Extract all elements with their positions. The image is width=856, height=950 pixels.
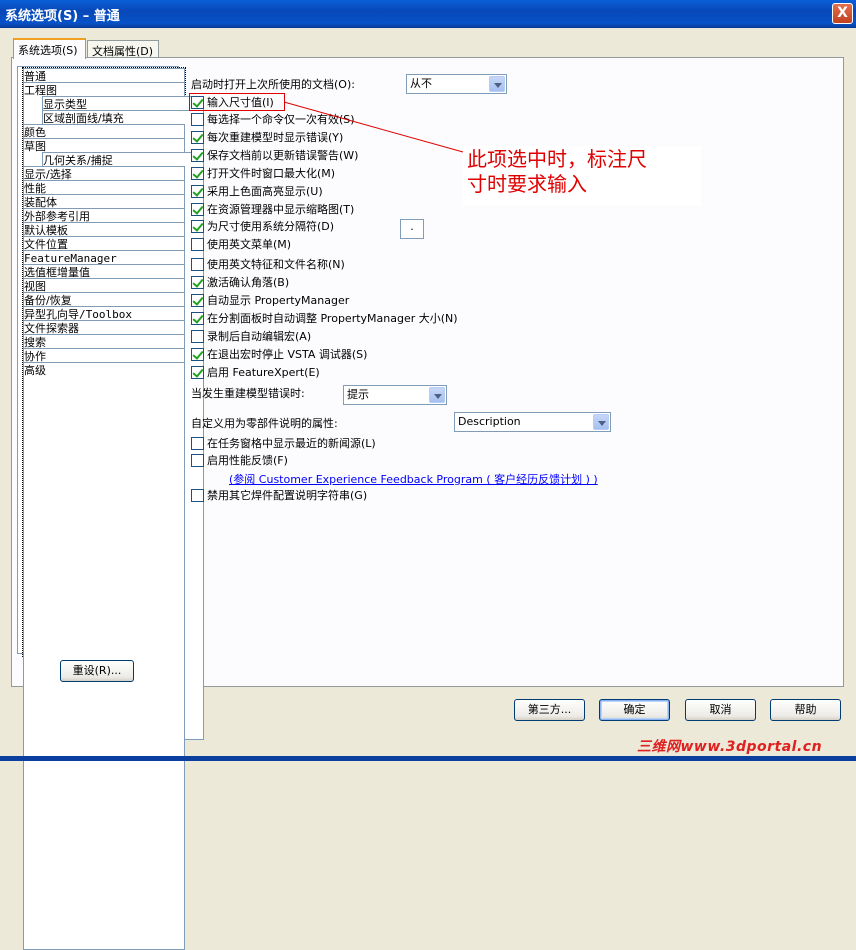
checkbox-label: 使用英文特征和文件名称(N) — [207, 258, 345, 271]
ok-button[interactable]: 确定 — [599, 699, 670, 721]
checkbox-label: 自动显示 PropertyManager — [207, 294, 350, 307]
open-last-doc-label: 启动时打开上次所使用的文档(O): — [191, 78, 355, 91]
checkbox-item[interactable]: 启用 FeatureXpert(E) — [191, 366, 320, 379]
separator-field[interactable]: . — [400, 219, 424, 239]
checkbox-disable-weldment-desc[interactable]: 禁用其它焊件配置说明字符串(G) — [191, 489, 367, 502]
checkbox-box[interactable] — [191, 454, 204, 467]
tree-item[interactable]: 高级 — [23, 362, 185, 950]
checkbox-item[interactable]: 为尺寸使用系统分隔符(D) — [191, 220, 334, 233]
third-party-button[interactable]: 第三方... — [514, 699, 585, 721]
chevron-down-icon[interactable] — [489, 76, 505, 92]
checkbox-item[interactable]: 在分割面板时自动调整 PropertyManager 大小(N) — [191, 312, 458, 325]
part-desc-select[interactable]: Description — [454, 412, 611, 432]
checkbox-box[interactable] — [191, 258, 204, 271]
checkbox-item[interactable]: 录制后自动编辑宏(A) — [191, 330, 311, 343]
open-last-doc-select[interactable]: 从不 — [406, 74, 507, 94]
annotation-highlight — [189, 93, 285, 111]
checkbox-box[interactable] — [191, 238, 204, 251]
cancel-button[interactable]: 取消 — [685, 699, 756, 721]
checkbox-box[interactable] — [191, 113, 204, 126]
checkbox-item[interactable]: 打开文件时窗口最大化(M) — [191, 167, 335, 180]
rebuild-error-value: 提示 — [347, 388, 369, 401]
reset-button[interactable]: 重设(R)... — [60, 660, 134, 682]
checkbox-item[interactable]: 在任务窗格中显示最近的新闻源(L) — [191, 437, 376, 450]
chevron-down-icon[interactable] — [429, 387, 445, 403]
checkbox-box[interactable] — [191, 220, 204, 233]
checkbox-box[interactable] — [191, 330, 204, 343]
watermark: 三维网www.3dportal.cn — [637, 739, 823, 755]
checkbox-box[interactable] — [191, 366, 204, 379]
feedback-program-link[interactable]: (参阅 Customer Experience Feedback Program… — [229, 471, 598, 487]
part-desc-label: 自定义用为零部件说明的属性: — [191, 417, 338, 430]
checkbox-box[interactable] — [191, 131, 204, 144]
checkbox-item[interactable]: 每次重建模型时显示错误(Y) — [191, 131, 343, 144]
checkbox-item[interactable]: 在退出宏时停止 VSTA 调试器(S) — [191, 348, 367, 361]
checkbox-box[interactable] — [191, 149, 204, 162]
rebuild-error-select[interactable]: 提示 — [343, 385, 447, 405]
checkbox-item[interactable]: 采用上色面高亮显示(U) — [191, 185, 323, 198]
checkbox-label: 在资源管理器中显示缩略图(T) — [207, 203, 355, 216]
checkbox-item[interactable]: 启用性能反馈(F) — [191, 454, 288, 467]
checkbox-box[interactable] — [191, 312, 204, 325]
checkbox-label: 启用性能反馈(F) — [207, 454, 288, 467]
checkbox-label: 在分割面板时自动调整 PropertyManager 大小(N) — [207, 312, 458, 325]
checkbox-label: 为尺寸使用系统分隔符(D) — [207, 220, 335, 233]
checkbox-box[interactable] — [191, 203, 204, 216]
help-button[interactable]: 帮助 — [770, 699, 841, 721]
checkbox-label: 保存文档前以更新错误警告(W) — [207, 149, 359, 162]
checkbox-item[interactable]: 自动显示 PropertyManager — [191, 294, 349, 307]
checkbox-label: 每选择一个命令仅一次有效(S) — [207, 113, 355, 126]
checkbox-item[interactable]: 使用英文特征和文件名称(N) — [191, 258, 345, 271]
part-desc-value: Description — [458, 415, 521, 428]
checkbox-label: 使用英文菜单(M) — [207, 238, 292, 251]
checkbox-label: 启用 FeatureXpert(E) — [207, 366, 320, 379]
checkbox-box[interactable] — [191, 437, 204, 450]
checkbox-item[interactable]: 每选择一个命令仅一次有效(S) — [191, 113, 355, 126]
window-bottom-border — [0, 756, 856, 761]
checkbox-label: 采用上色面高亮显示(U) — [207, 185, 323, 198]
chevron-down-icon[interactable] — [593, 414, 609, 430]
close-button[interactable]: X — [832, 3, 853, 24]
checkbox-item[interactable]: 在资源管理器中显示缩略图(T) — [191, 203, 354, 216]
checkbox-box[interactable] — [191, 167, 204, 180]
checkbox-label: 禁用其它焊件配置说明字符串(G) — [207, 489, 368, 502]
annotation-text: 此项选中时，标注尺 寸时要求输入 — [467, 147, 699, 197]
checkbox-box[interactable] — [191, 185, 204, 198]
checkbox-label: 激活确认角落(B) — [207, 276, 290, 289]
annotation-line-1: 此项选中时，标注尺 — [467, 147, 647, 171]
checkbox-label: 在任务窗格中显示最近的新闻源(L) — [207, 437, 376, 450]
rebuild-error-label: 当发生重建模型错误时: — [191, 387, 305, 400]
title-bar: 系统选项(S) – 普通 X — [0, 0, 856, 28]
tab-system-options[interactable]: 系统选项(S) — [13, 38, 86, 59]
checkbox-item[interactable]: 保存文档前以更新错误警告(W) — [191, 149, 358, 162]
checkbox-label: 在退出宏时停止 VSTA 调试器(S) — [207, 348, 368, 361]
checkbox-box[interactable] — [191, 294, 204, 307]
checkbox-box[interactable] — [191, 348, 204, 361]
checkbox-box[interactable] — [191, 489, 204, 502]
open-last-doc-value: 从不 — [410, 77, 432, 90]
checkbox-label: 录制后自动编辑宏(A) — [207, 330, 312, 343]
checkbox-item[interactable]: 激活确认角落(B) — [191, 276, 289, 289]
window-title: 系统选项(S) – 普通 — [5, 9, 120, 24]
annotation-line-2: 寸时要求输入 — [467, 172, 587, 196]
checkbox-label: 打开文件时窗口最大化(M) — [207, 167, 336, 180]
checkbox-item[interactable]: 使用英文菜单(M) — [191, 238, 291, 251]
checkbox-box[interactable] — [191, 276, 204, 289]
checkbox-label: 每次重建模型时显示错误(Y) — [207, 131, 344, 144]
